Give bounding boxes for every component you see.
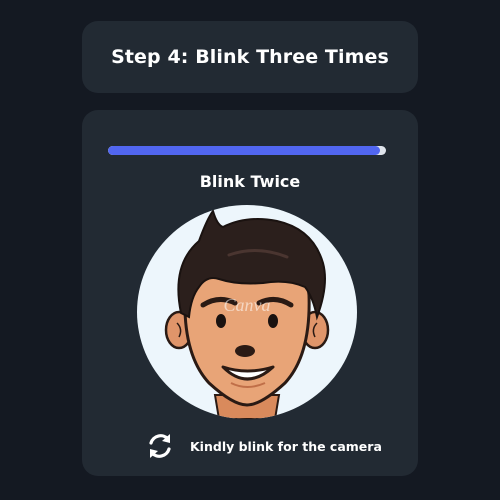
blink-instruction: Blink Twice [199, 172, 301, 191]
refresh-icon [149, 434, 171, 458]
progress-bar [108, 146, 386, 155]
canva-watermark: Canva [224, 295, 271, 315]
avatar: Canva [137, 205, 357, 419]
step-title-card: Step 4: Blink Three Times [82, 21, 418, 93]
cartoon-face-illustration: Canva [164, 208, 330, 419]
step-title: Step 4: Blink Three Times [111, 46, 389, 68]
blink-check-card: Blink Twice Canva Kindly blink for the c… [82, 110, 418, 476]
status-message: Kindly blink for the camera [190, 438, 382, 454]
progress-fill [108, 146, 381, 155]
status-row: Kindly blink for the camera [144, 428, 382, 464]
